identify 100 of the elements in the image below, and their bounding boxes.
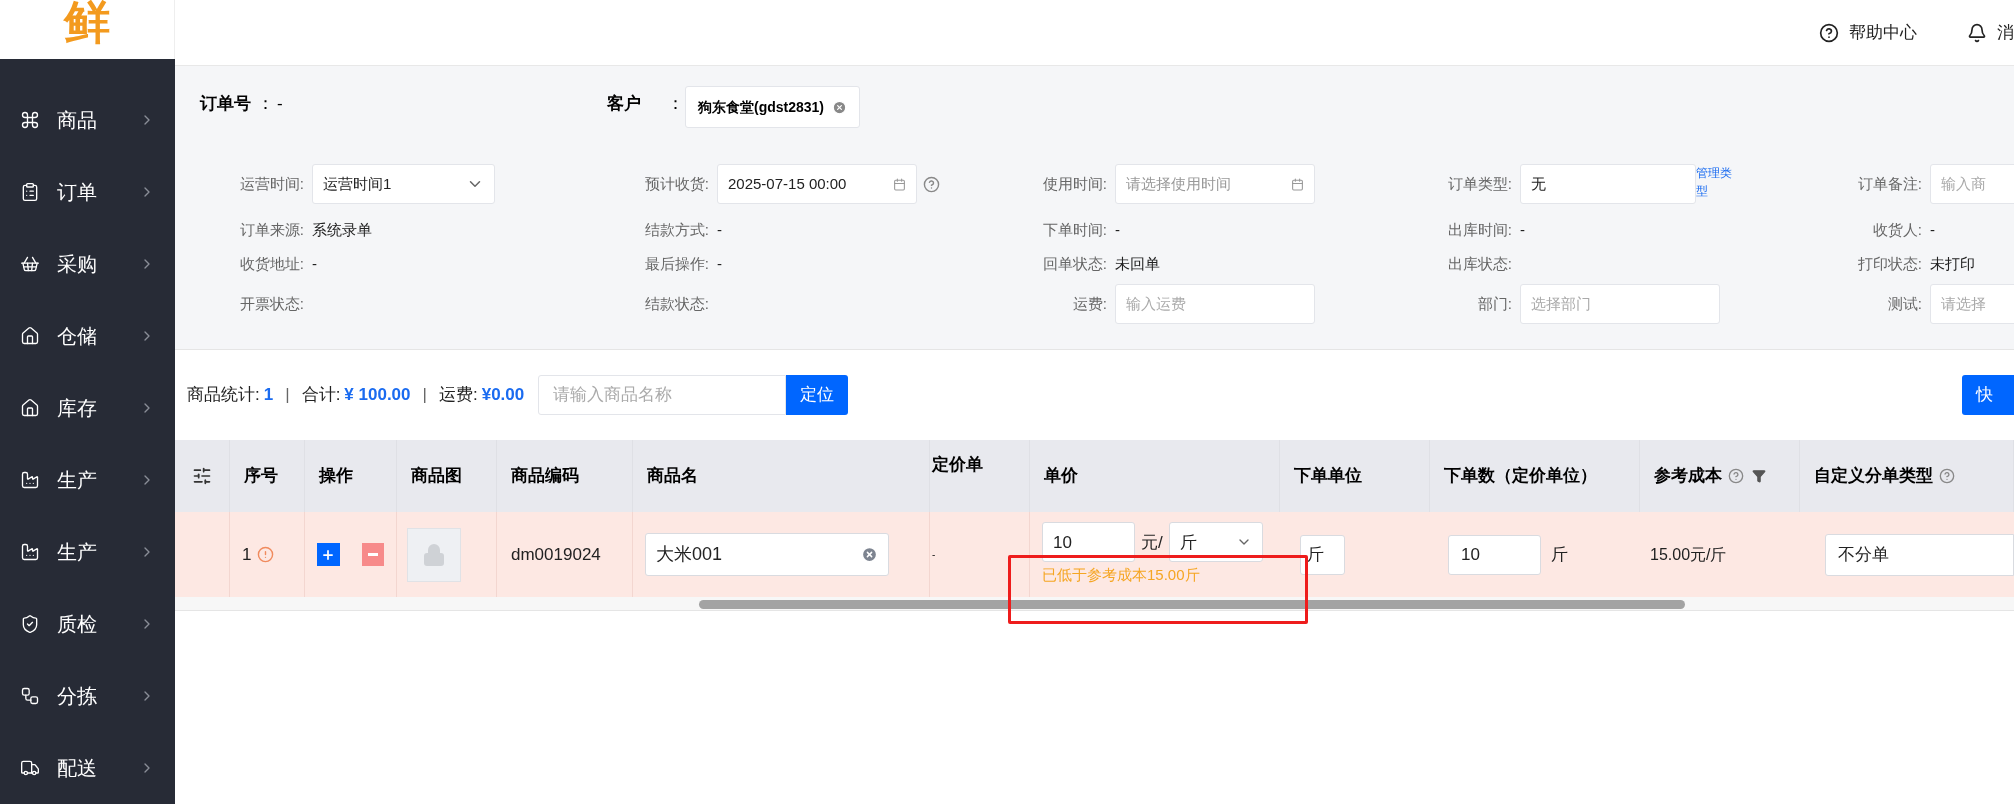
column-header: 自定义分单类型 [1814,465,1933,488]
field-label: 预计收货: [643,173,710,194]
colon: ： [257,93,275,115]
help-icon[interactable] [923,175,940,193]
date-field[interactable]: 2025-07-15 00:00 [717,164,917,204]
select-field[interactable]: 运营时间1 [312,164,495,204]
product-image-placeholder [407,527,461,582]
field-label: 打印状态: [1856,253,1923,274]
column-header: 单价 [1044,465,1078,488]
field-value: - [1930,219,1935,240]
field-label: 运费: [1071,293,1108,314]
customer-label: 客户 [607,93,642,115]
sidebar-item[interactable]: 库存 [0,372,175,444]
stat-value: ¥0.00 [481,384,525,407]
field-value: - [312,253,317,274]
nav-icon [20,614,40,634]
sidebar-item[interactable]: 订单 [0,156,175,228]
nav-icon [20,326,40,346]
split-type-select[interactable]: 不分单 [1825,533,2014,576]
separator: | [422,384,427,407]
field-label: 收货人: [1871,219,1923,240]
bell-icon [1967,22,1987,43]
reference-cost: 15.00元/斤 [1650,544,1727,565]
field-value: - [1115,219,1120,240]
unit-price-field[interactable]: 10 [1042,522,1135,563]
field-label: 部门: [1476,293,1513,314]
product-name-field[interactable]: 大米001 [645,533,889,576]
column-header: 参考成本 [1654,465,1722,488]
sidebar-item[interactable]: 生产 [0,444,175,516]
nav-icon [20,398,40,418]
field-label: 订单类型: [1446,173,1513,194]
field-label: 结款状态: [643,293,710,314]
field-value: 未回单 [1115,253,1160,274]
separator: | [285,384,290,407]
help-center-link[interactable]: 帮助中心 [1819,19,1917,46]
nav-icon [20,470,40,490]
order-unit-field[interactable]: 斤 [1300,534,1345,575]
column-header: 商品名 [647,465,698,488]
sidebar-item[interactable]: 商品 [0,84,175,156]
colon: ： [667,93,685,115]
filter-icon[interactable] [1752,469,1766,483]
field-value: - [1520,219,1525,240]
sidebar-item[interactable]: 生产 [0,516,175,588]
field-value: 未打印 [1930,253,1975,274]
field-label: 订单备注: [1856,173,1923,194]
column-header: 下单单位 [1294,465,1362,488]
nav-icon [20,542,40,562]
remove-icon[interactable] [832,99,848,115]
manage-types-link[interactable]: 管理类型 [1696,164,1736,200]
quick-button[interactable]: 快 [1962,375,2014,415]
scrollbar-thumb[interactable] [699,600,1685,609]
stat-label: 商品统计: [187,384,260,407]
column-header: 定价单 [932,454,983,476]
row-number: 1 [242,543,252,566]
customer-tag[interactable]: 狗东食堂(gdst2831) [685,86,861,128]
help-icon[interactable] [1728,468,1744,484]
nav-icon [20,110,40,130]
plus-icon [321,547,336,562]
stat-value: ¥ 100.00 [344,384,411,407]
calendar-icon [1291,177,1304,191]
field-label: 最后操作: [643,253,710,274]
field-label: 使用时间: [1041,173,1108,194]
currency-per-label: 元/ [1141,531,1163,554]
field-label: 结款方式: [643,219,710,240]
help-icon [1819,22,1839,43]
sidebar-item[interactable]: 采购 [0,228,175,300]
settings-icon[interactable] [192,466,212,486]
field-label: 出库状态: [1446,253,1513,274]
nav-icon [20,758,40,778]
sidebar-item[interactable]: 配送 [0,732,175,804]
nav-icon [20,182,40,202]
field-label: 回单状态: [1041,253,1108,274]
price-unit-select[interactable]: 斤 [1168,522,1263,563]
sidebar-item[interactable]: 仓储 [0,300,175,372]
messages-link[interactable]: 消 [1967,19,2014,46]
field-value: - [717,219,722,240]
order-number-value: - [277,93,284,115]
input-field[interactable]: 无 [1520,164,1696,204]
field-label: 出库时间: [1446,219,1513,240]
order-number-label: 订单号 [200,93,251,115]
clear-icon[interactable] [861,546,878,563]
column-header: 操作 [319,465,353,488]
field-label: 测试: [1886,293,1923,314]
help-icon[interactable] [1939,468,1955,484]
sidebar-item[interactable]: 质检 [0,588,175,660]
field-label: 收货地址: [238,253,305,274]
minus-icon [367,553,378,556]
nav-icon [20,686,40,706]
column-header: 序号 [244,465,278,488]
stat-label: 运费: [438,384,478,407]
field-label: 开票状态: [238,293,305,314]
locate-button[interactable]: 定位 [786,375,849,415]
field-value: - [717,253,722,274]
column-header: 下单数（定价单位） [1444,465,1597,488]
add-row-button[interactable] [317,543,340,566]
quantity-field[interactable]: 10 [1448,534,1541,575]
sidebar-item[interactable]: 分拣 [0,660,175,732]
remove-row-button[interactable] [361,543,384,566]
field-label: 订单来源: [238,219,305,240]
field-value: 系统录单 [312,219,372,240]
